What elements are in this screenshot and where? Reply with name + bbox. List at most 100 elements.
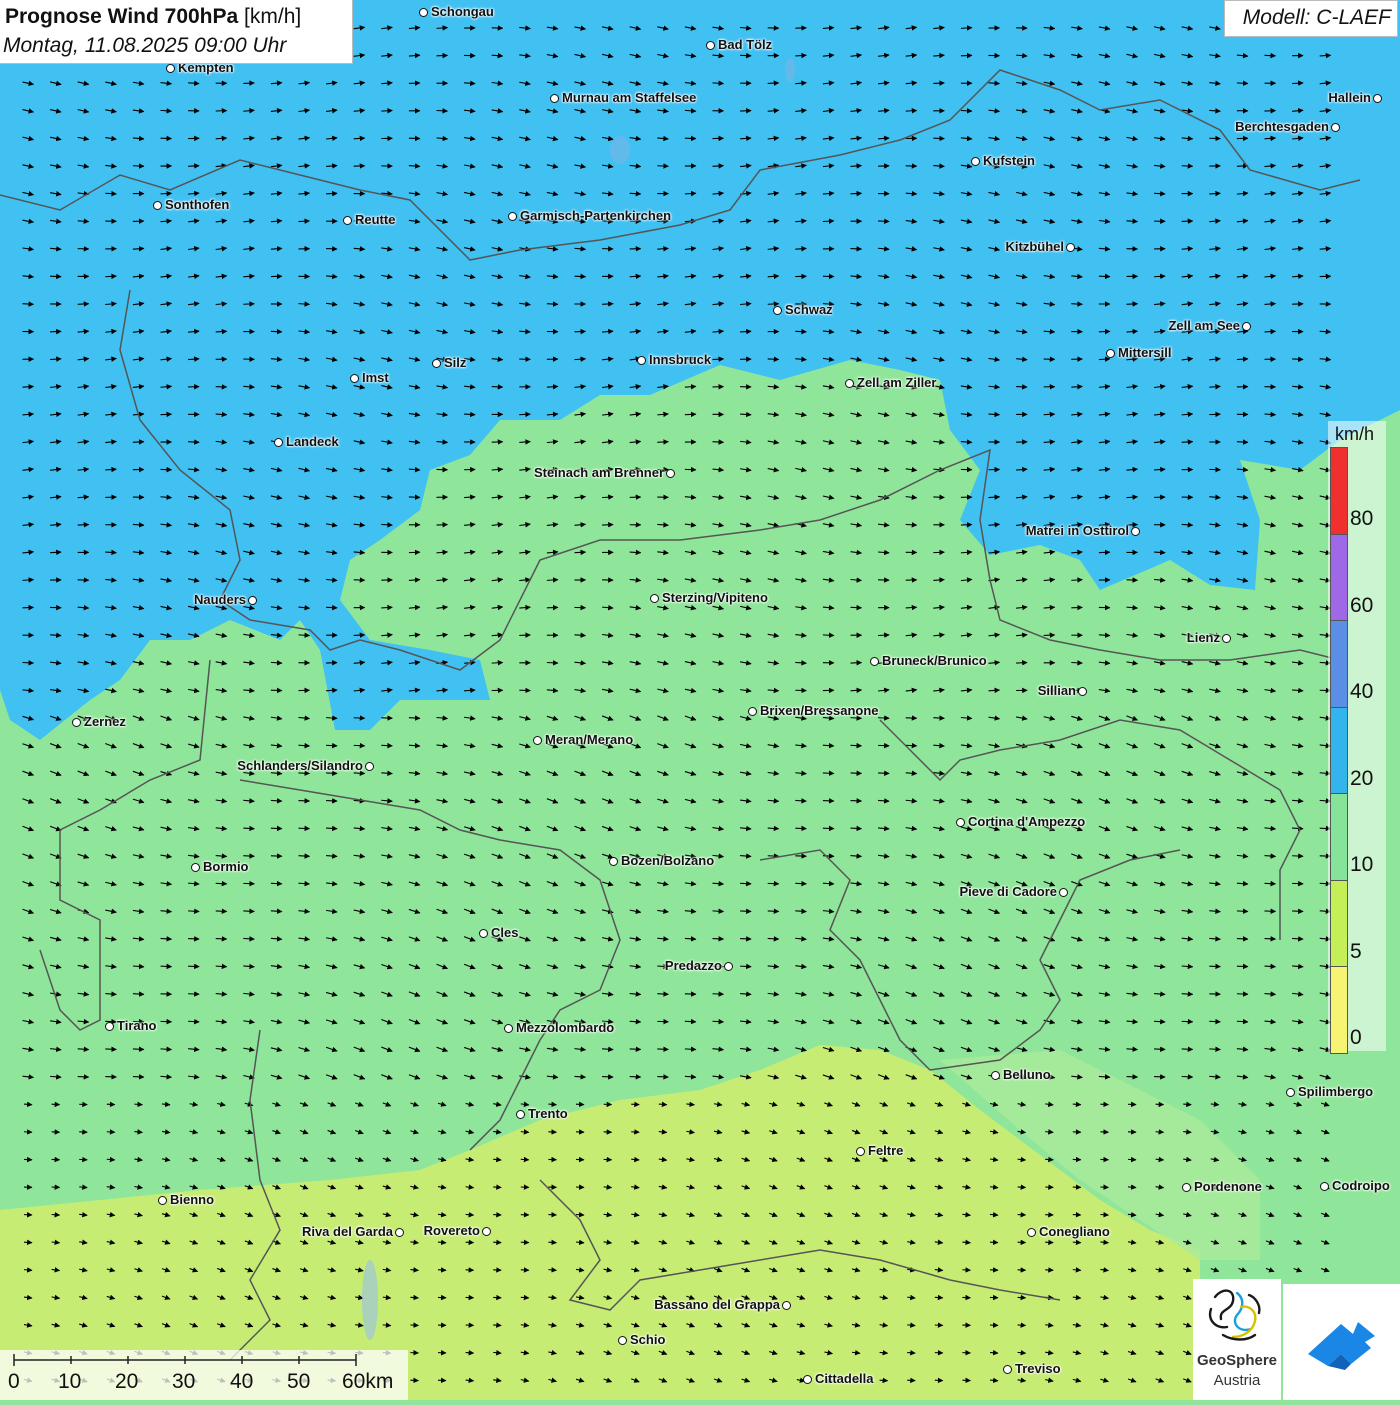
wind-arrow — [713, 911, 724, 912]
city-marker — [956, 818, 965, 827]
legend-label: 60 — [1350, 594, 1373, 618]
wind-arrow — [134, 1104, 142, 1105]
city-label: Meran/Merano — [545, 732, 633, 747]
wind-arrow — [740, 55, 751, 56]
wind-arrow — [188, 359, 199, 360]
wind-arrow — [740, 331, 751, 332]
city-label: Schio — [630, 1332, 665, 1347]
city-label: Zell am Ziller — [857, 375, 936, 390]
wind-arrow — [1100, 1215, 1108, 1216]
city-marker — [724, 962, 733, 971]
city-label: Bad Tölz — [718, 37, 772, 52]
wind-arrow — [907, 1325, 915, 1326]
wind-arrow — [1237, 83, 1248, 84]
wind-arrow — [133, 1077, 144, 1078]
wind-arrow — [823, 773, 834, 774]
wind-arrow — [1320, 248, 1331, 249]
wind-arrow — [466, 1380, 474, 1381]
city-marker — [479, 929, 488, 938]
wind-arrow — [161, 414, 172, 415]
wind-arrow — [519, 414, 530, 415]
city-label: Kitzbühel — [1006, 239, 1065, 254]
wind-arrow — [935, 1297, 943, 1298]
partner-logo[interactable] — [1283, 1284, 1400, 1400]
wind-arrow — [437, 525, 448, 526]
wind-arrow — [464, 690, 475, 691]
city-marker — [343, 216, 352, 225]
wind-arrow — [1209, 193, 1220, 194]
legend-color-band — [1330, 880, 1348, 968]
wind-arrow — [381, 110, 392, 111]
city-marker — [72, 718, 81, 727]
wind-arrow — [1292, 828, 1303, 829]
lake — [785, 58, 795, 82]
city-label: Murnau am Staffelsee — [562, 90, 696, 105]
city-label: Reutte — [355, 212, 395, 227]
wind-arrow — [1265, 414, 1276, 415]
wind-arrow — [878, 635, 889, 636]
city-label: Kufstein — [983, 153, 1035, 168]
wind-arrow — [1156, 1159, 1164, 1160]
legend-label: 80 — [1350, 507, 1373, 531]
wind-arrow — [713, 83, 724, 84]
wind-arrow — [464, 414, 475, 415]
wind-arrow — [1154, 552, 1165, 553]
city-marker — [1106, 349, 1115, 358]
legend-color-band — [1330, 707, 1348, 795]
scale-label: 20 — [115, 1370, 138, 1394]
wind-arrow — [795, 331, 806, 332]
wind-arrow — [493, 1187, 501, 1188]
wind-arrow — [1154, 276, 1165, 277]
wind-arrow — [713, 442, 724, 443]
forecast-map[interactable]: SchongauBad TölzKemptenMurnau am Staffel… — [0, 0, 1400, 1400]
wind-arrow — [1045, 1132, 1053, 1133]
city-marker — [533, 736, 542, 745]
wind-arrow — [188, 83, 199, 84]
wind-arrow — [962, 1270, 970, 1271]
wind-arrow — [547, 580, 558, 581]
scale-label: 60km — [342, 1370, 393, 1394]
wind-arrow — [1018, 1325, 1026, 1326]
wind-arrow — [878, 800, 889, 801]
wind-arrow — [383, 1325, 391, 1326]
wind-arrow — [1182, 442, 1193, 443]
wind-arrow — [354, 138, 365, 139]
wind-arrow — [630, 193, 641, 194]
wind-arrow — [631, 1159, 639, 1160]
wind-arrow — [685, 938, 696, 939]
wind-arrow — [795, 800, 806, 801]
wind-arrow — [243, 83, 254, 84]
wind-arrow — [851, 745, 862, 746]
city-label: Belluno — [1003, 1067, 1051, 1082]
city-marker — [1059, 888, 1068, 897]
city-label: Bienno — [170, 1192, 214, 1207]
wind-arrow — [1156, 1132, 1164, 1133]
city-marker — [666, 469, 675, 478]
city-label: Berchtesgaden — [1235, 119, 1329, 134]
city-label: Pordenone — [1194, 1179, 1262, 1194]
city-marker — [105, 1022, 114, 1031]
wind-arrow — [657, 994, 668, 995]
wind-arrow — [990, 1214, 998, 1215]
wind-arrow — [1071, 580, 1082, 581]
wind-arrow — [437, 111, 448, 112]
city-marker — [1222, 634, 1231, 643]
city-marker — [350, 374, 359, 383]
geosphere-logo[interactable]: GeoSphere Austria — [1193, 1279, 1281, 1400]
wind-arrow — [216, 883, 227, 884]
city-label: Pieve di Cadore — [959, 884, 1057, 899]
wind-arrow — [906, 110, 917, 111]
wind-arrow — [823, 635, 834, 636]
city-marker — [365, 762, 374, 771]
wind-arrow — [133, 442, 144, 443]
wind-arrow — [990, 1380, 998, 1381]
wind-arrow — [962, 1242, 970, 1243]
city-label: Silz — [444, 355, 466, 370]
legend-label: 0 — [1350, 1026, 1362, 1050]
wind-arrow — [271, 248, 282, 249]
wind-arrow — [880, 1380, 888, 1381]
city-marker — [395, 1228, 404, 1237]
wind-arrow — [657, 1077, 668, 1078]
city-marker — [504, 1024, 513, 1033]
wind-arrow — [630, 552, 641, 553]
